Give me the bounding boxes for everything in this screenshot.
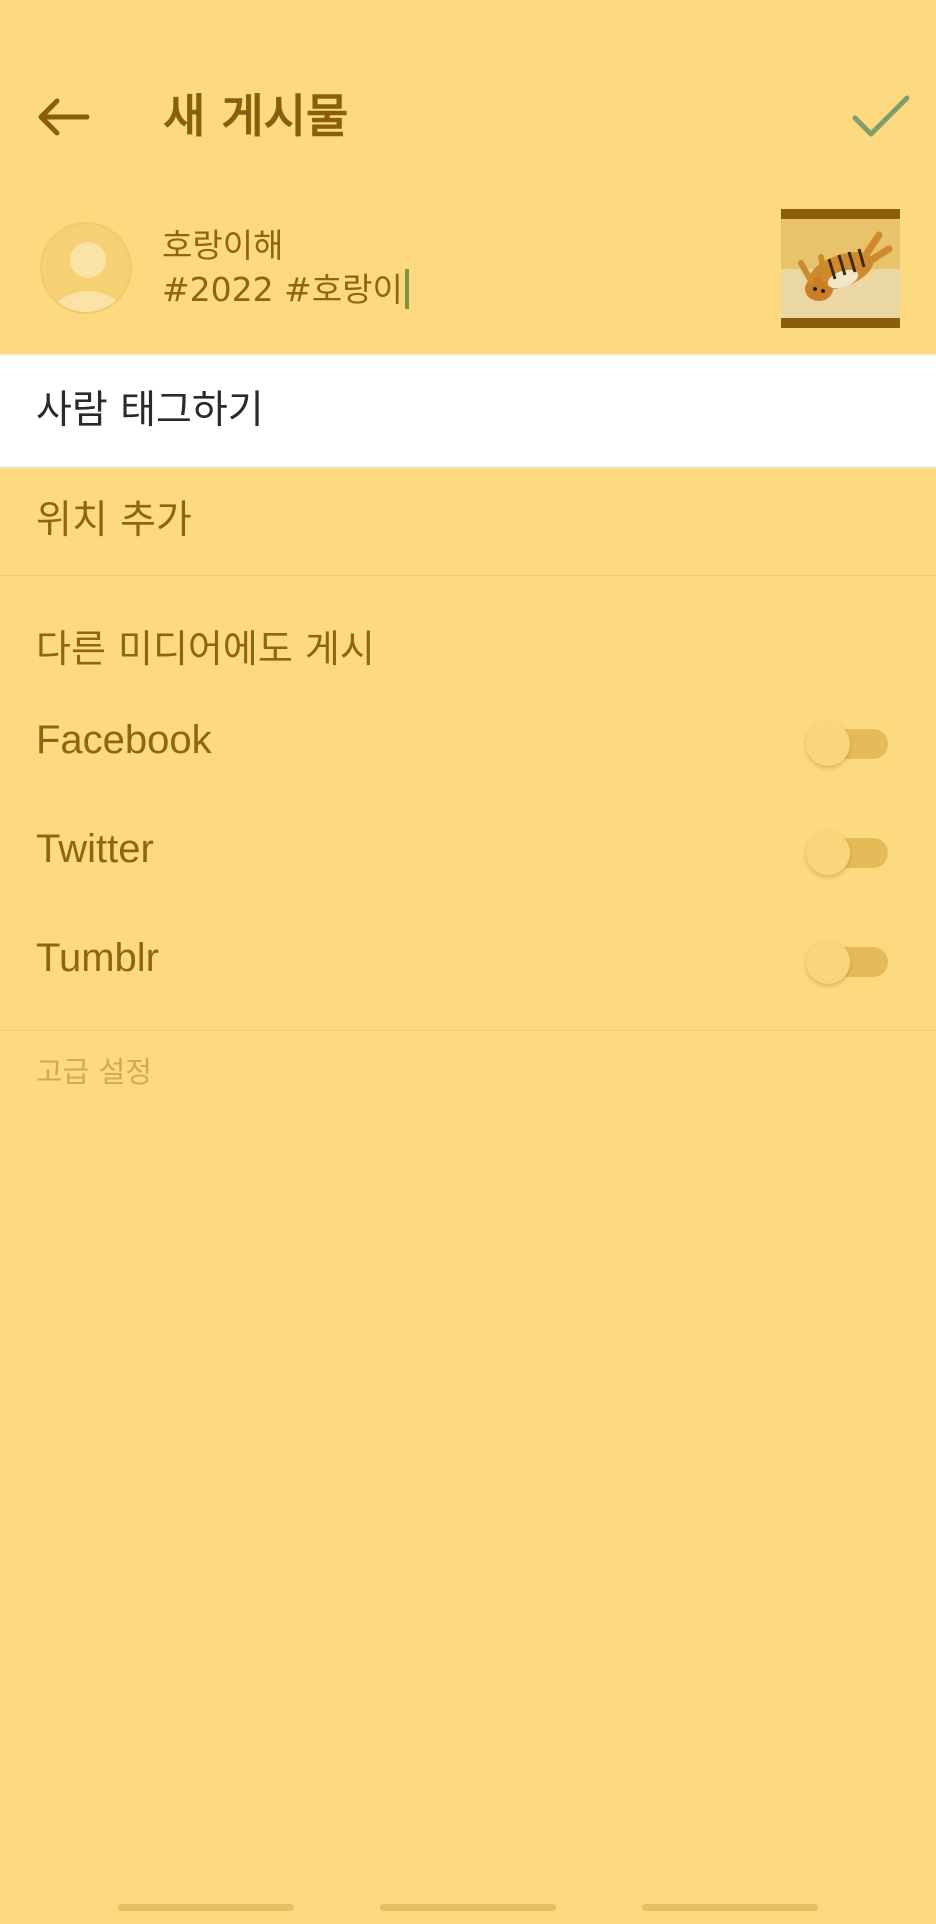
arrow-left-icon: [35, 97, 91, 141]
default-avatar-icon: [40, 222, 132, 314]
share-section-header: 다른 미디어에도 게시: [36, 627, 375, 671]
nav-bar-left[interactable]: [118, 1904, 294, 1911]
page-title: 새 게시물: [163, 89, 349, 143]
tag-people-row[interactable]: 사람 태그하기: [0, 354, 936, 468]
caption-line-1: 호랑이해: [162, 226, 284, 265]
add-location-label: 위치 추가: [36, 498, 192, 543]
facebook-toggle[interactable]: [806, 719, 890, 769]
facebook-label: Facebook: [36, 718, 212, 762]
toggle-knob: [806, 831, 850, 875]
caption-input[interactable]: 호랑이해 #2022 #호랑이: [162, 224, 722, 312]
text-cursor: [404, 269, 409, 309]
tumblr-label: Tumblr: [36, 936, 159, 980]
section-divider: [0, 1030, 936, 1031]
caption-line-2: #2022 #호랑이: [162, 268, 722, 312]
caption-line-2-text: #2022 #호랑이: [162, 270, 403, 309]
tag-people-label: 사람 태그하기: [36, 388, 264, 433]
toggle-knob: [806, 940, 850, 984]
nav-bar-right[interactable]: [642, 1904, 818, 1911]
nav-bar-center[interactable]: [380, 1904, 556, 1911]
advanced-settings-link[interactable]: 고급 설정: [36, 1052, 152, 1092]
toggle-knob: [806, 722, 850, 766]
twitter-toggle[interactable]: [806, 828, 890, 878]
share-row-facebook: Facebook: [0, 690, 936, 790]
check-icon: [851, 94, 911, 144]
share-row-twitter: Twitter: [0, 799, 936, 899]
tiger-photo-thumbnail[interactable]: [781, 209, 900, 328]
tumblr-toggle[interactable]: [806, 937, 890, 987]
back-button[interactable]: [28, 84, 98, 154]
share-row-tumblr: Tumblr: [0, 908, 936, 1008]
add-location-row[interactable]: 위치 추가: [0, 468, 936, 576]
twitter-label: Twitter: [36, 827, 154, 871]
confirm-button[interactable]: [846, 84, 916, 154]
